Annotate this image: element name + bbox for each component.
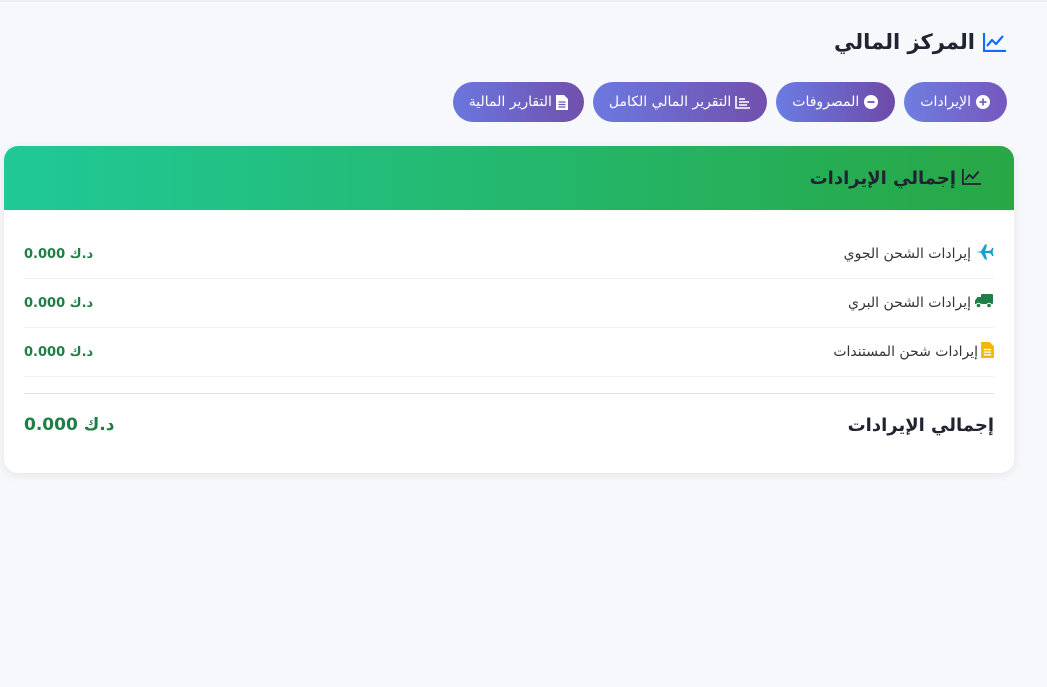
expenses-button-label: المصروفات <box>792 94 860 110</box>
total-revenue-value: 0.000 د.ك <box>24 415 115 435</box>
revenues-button-label: الإيرادات <box>920 94 971 110</box>
total-row: إجمالي الإيرادات 0.000 د.ك <box>4 394 1014 456</box>
revenue-list: إيرادات الشحن الجوي 0.000 د.ك إيرادات ال… <box>4 210 1014 377</box>
documents-shipping-revenue-label: إيرادات شحن المستندات <box>833 344 978 360</box>
chart-line-icon <box>961 168 982 189</box>
list-icon <box>735 95 751 109</box>
chart-line-icon <box>983 32 1007 52</box>
list-item: إيرادات الشحن البري 0.000 د.ك <box>24 279 994 328</box>
air-shipping-revenue-value: 0.000 د.ك <box>24 246 94 262</box>
revenue-summary-card: إجمالي الإيرادات إيرادات الشحن الجوي 0.0… <box>4 146 1014 473</box>
truck-icon <box>974 293 994 313</box>
document-icon <box>981 342 994 362</box>
total-revenue-label: إجمالي الإيرادات <box>847 414 994 436</box>
plane-icon <box>974 243 994 265</box>
land-shipping-revenue-value: 0.000 د.ك <box>24 295 94 311</box>
expenses-button[interactable]: المصروفات <box>776 82 896 122</box>
full-financial-report-label: التقرير المالي الكامل <box>608 94 732 110</box>
action-bar: الإيرادات المصروفات التقرير المالي الكام… <box>452 82 1007 122</box>
documents-shipping-revenue-value: 0.000 د.ك <box>24 344 94 360</box>
file-icon <box>555 94 568 110</box>
card-header: إجمالي الإيرادات <box>4 146 1014 210</box>
plus-circle-icon <box>975 94 991 110</box>
list-item: إيرادات الشحن الجوي 0.000 د.ك <box>24 230 994 279</box>
card-title: إجمالي الإيرادات <box>809 167 956 189</box>
financial-reports-label: التقارير المالية <box>468 94 552 110</box>
full-financial-report-button[interactable]: التقرير المالي الكامل <box>592 82 768 122</box>
financial-reports-button[interactable]: التقارير المالية <box>452 82 584 122</box>
land-shipping-revenue-label: إيرادات الشحن البري <box>847 295 971 311</box>
page: المركز المالي الإيرادات المصروفات التقري… <box>0 0 1047 687</box>
list-item: إيرادات شحن المستندات 0.000 د.ك <box>24 328 994 377</box>
page-header: المركز المالي <box>834 30 1007 54</box>
minus-circle-icon <box>863 94 879 110</box>
air-shipping-revenue-label: إيرادات الشحن الجوي <box>843 246 971 262</box>
page-title: المركز المالي <box>834 30 975 54</box>
revenues-button[interactable]: الإيرادات <box>904 82 1007 122</box>
